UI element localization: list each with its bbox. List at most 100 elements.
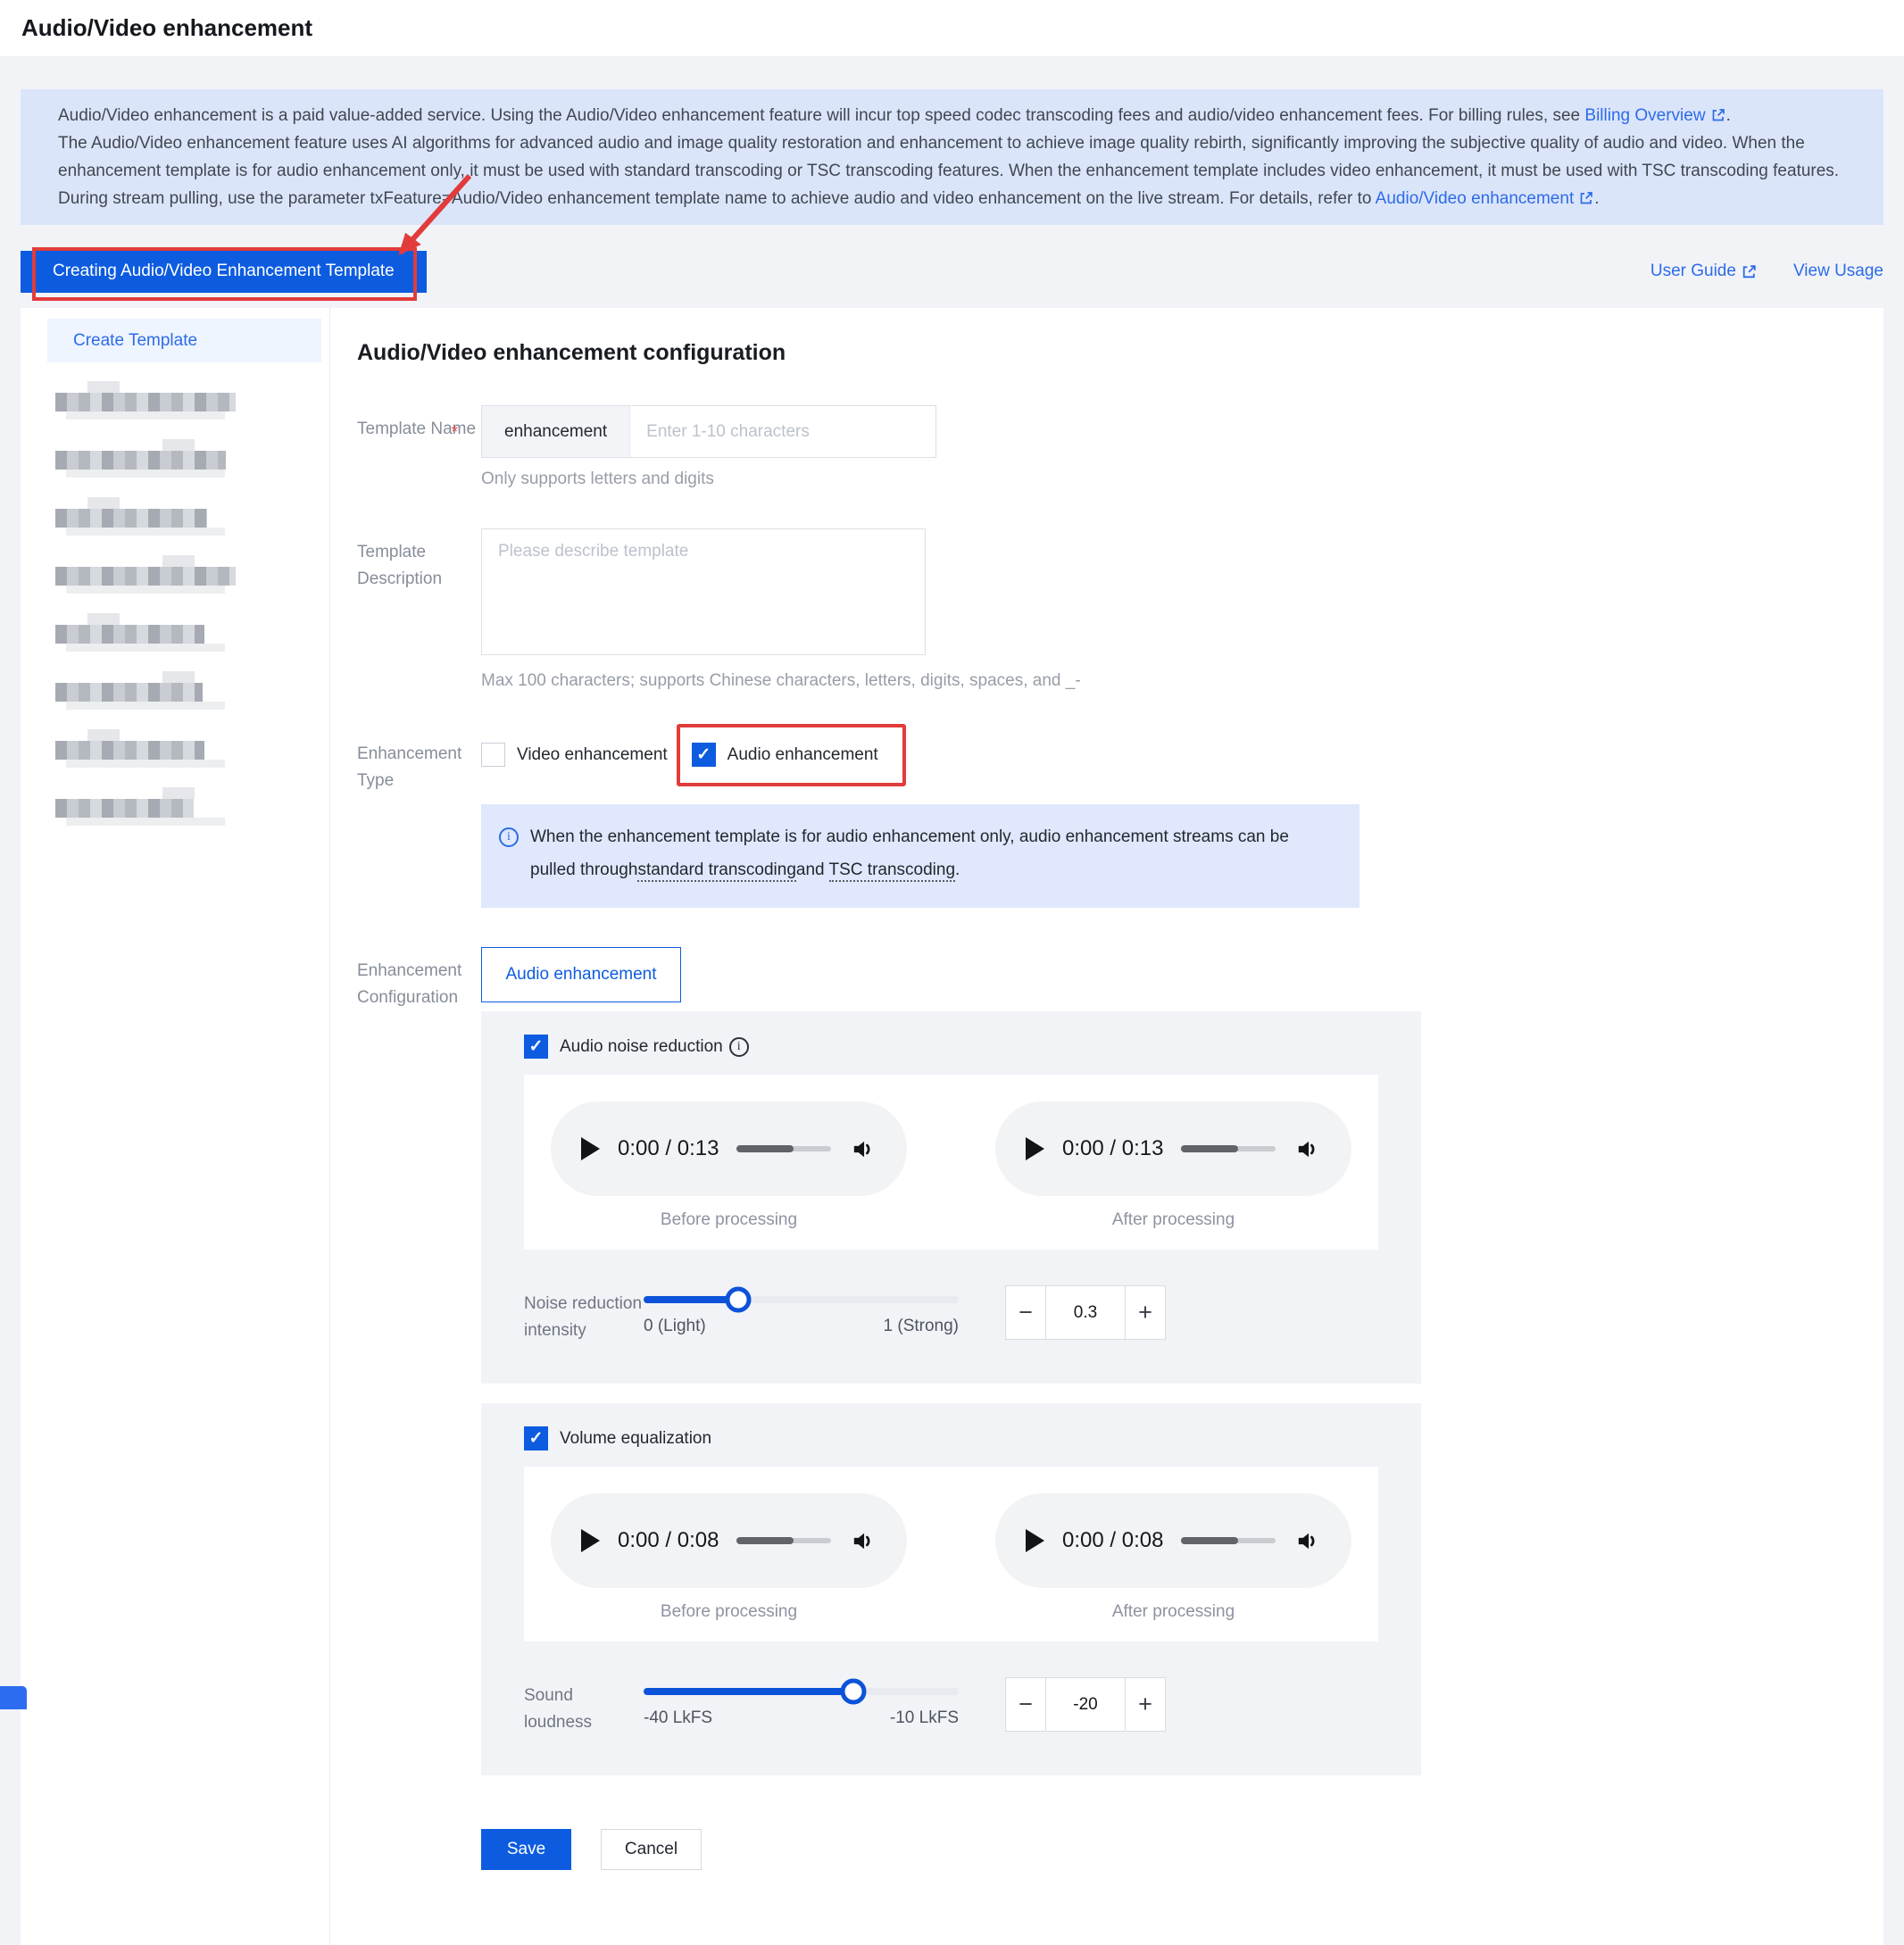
volume-icon[interactable] bbox=[1293, 1527, 1321, 1555]
player-time: 0:00 / 0:13 bbox=[1062, 1136, 1163, 1161]
config-title: Audio/Video enhancement configuration bbox=[357, 340, 1883, 366]
main-panel: Create Template Audio/Video enhancement … bbox=[21, 308, 1883, 1945]
player-caption: After processing bbox=[1112, 1210, 1235, 1230]
redacted-text-block bbox=[55, 741, 204, 760]
redacted-text-block bbox=[55, 451, 226, 470]
stepper-value[interactable]: -20 bbox=[1046, 1677, 1125, 1732]
checkbox-unchecked-icon bbox=[481, 743, 505, 767]
tab-audio-enhancement[interactable]: Audio enhancement bbox=[481, 947, 681, 1002]
page-title: Audio/Video enhancement bbox=[21, 14, 312, 42]
volume-icon[interactable] bbox=[849, 1135, 877, 1163]
sound-loudness-slider: -40 LkFS -10 LkFS bbox=[644, 1688, 959, 1736]
player-time: 0:00 / 0:13 bbox=[618, 1136, 719, 1161]
config-main: Audio/Video enhancement configuration Te… bbox=[330, 308, 1883, 1945]
config-form: Template Name* enhancement Only supports… bbox=[357, 405, 1883, 1906]
sidebar-item-redacted-template[interactable] bbox=[55, 683, 329, 702]
player-caption: Before processing bbox=[661, 1210, 797, 1230]
sidebar-item-redacted-template[interactable] bbox=[55, 393, 329, 411]
play-icon[interactable] bbox=[1026, 1529, 1044, 1552]
volume-icon[interactable] bbox=[849, 1527, 877, 1555]
sidebar-item-create-template[interactable]: Create Template bbox=[47, 319, 321, 362]
standard-transcoding-term[interactable]: standard transcoding bbox=[637, 860, 795, 882]
audio-player-after[interactable]: 0:00 / 0:08 bbox=[995, 1493, 1351, 1588]
info-text: When the enhancement template is for aud… bbox=[530, 820, 1333, 886]
sidebar-item-redacted-template[interactable] bbox=[55, 451, 329, 470]
checkbox-checked-icon bbox=[692, 743, 716, 767]
checkbox-checked-icon bbox=[524, 1035, 548, 1059]
template-name-prefix: enhancement bbox=[481, 405, 630, 458]
floating-widget[interactable] bbox=[0, 1686, 27, 1709]
template-name-input[interactable] bbox=[630, 405, 936, 458]
user-guide-link[interactable]: User Guide bbox=[1650, 262, 1758, 281]
template-list bbox=[21, 393, 329, 818]
page-header: Audio/Video enhancement bbox=[0, 0, 1904, 56]
player-caption: After processing bbox=[1112, 1602, 1235, 1622]
template-name-row: Template Name* enhancement Only supports… bbox=[357, 405, 1883, 489]
template-description-label: Template Description bbox=[357, 528, 481, 691]
sidebar-item-redacted-template[interactable] bbox=[55, 741, 329, 760]
player-progress-bar[interactable] bbox=[736, 1146, 831, 1151]
sidebar-item-redacted-template[interactable] bbox=[55, 509, 329, 528]
checkbox-checked-icon bbox=[524, 1426, 548, 1450]
tsc-transcoding-term[interactable]: TSC transcoding bbox=[829, 860, 956, 882]
volume-equalization-section: Volume equalization 0:00 / 0:08 bbox=[481, 1403, 1421, 1775]
play-icon[interactable] bbox=[581, 1137, 600, 1160]
save-button[interactable]: Save bbox=[481, 1829, 571, 1870]
sidebar-item-redacted-template[interactable] bbox=[55, 799, 329, 818]
audio-player-before[interactable]: 0:00 / 0:13 bbox=[551, 1101, 907, 1196]
player-progress-bar[interactable] bbox=[1181, 1538, 1276, 1543]
form-actions: Save Cancel bbox=[481, 1829, 1883, 1906]
stepper-value[interactable]: 0.3 bbox=[1046, 1285, 1125, 1340]
info-icon bbox=[499, 827, 519, 847]
player-progress-bar[interactable] bbox=[1181, 1146, 1276, 1151]
volume-icon[interactable] bbox=[1293, 1135, 1321, 1163]
after-player-column: 0:00 / 0:08 After processing bbox=[995, 1493, 1351, 1622]
slider-handle[interactable] bbox=[841, 1679, 867, 1705]
volume-equalization-checkbox[interactable]: Volume equalization bbox=[524, 1426, 711, 1450]
slider-track[interactable] bbox=[644, 1688, 959, 1695]
sidebar-item-redacted-template[interactable] bbox=[55, 625, 329, 644]
external-link-icon bbox=[1710, 107, 1726, 123]
redacted-text-block bbox=[55, 509, 207, 528]
audio-enhancement-checkbox[interactable]: Audio enhancement bbox=[692, 743, 878, 767]
sidebar-item-redacted-template[interactable] bbox=[55, 567, 329, 586]
template-description-input[interactable] bbox=[481, 528, 926, 655]
banner-line-2: The Audio/Video enhancement feature uses… bbox=[58, 129, 1846, 185]
audio-only-info-box: When the enhancement template is for aud… bbox=[481, 804, 1359, 908]
player-caption: Before processing bbox=[661, 1602, 797, 1622]
noise-intensity-stepper: − 0.3 + bbox=[1005, 1285, 1166, 1340]
banner-line-3: During stream pulling, use the parameter… bbox=[58, 185, 1846, 212]
noise-intensity-block: Noise reduction intensity 0 (Light) 1 (S… bbox=[524, 1285, 1378, 1344]
play-icon[interactable] bbox=[1026, 1137, 1044, 1160]
stepper-minus-button[interactable]: − bbox=[1005, 1285, 1046, 1340]
cancel-button[interactable]: Cancel bbox=[601, 1829, 702, 1870]
slider-handle[interactable] bbox=[725, 1287, 751, 1313]
audio-noise-reduction-checkbox[interactable]: Audio noise reduction bbox=[524, 1035, 723, 1059]
info-banner: Audio/Video enhancement is a paid value-… bbox=[21, 89, 1883, 225]
redacted-text-block bbox=[55, 393, 236, 411]
stepper-plus-button[interactable]: + bbox=[1125, 1285, 1166, 1340]
audio-player-after[interactable]: 0:00 / 0:13 bbox=[995, 1101, 1351, 1196]
player-progress-bar[interactable] bbox=[736, 1538, 831, 1543]
slider-min-label: -40 LkFS bbox=[644, 1708, 712, 1728]
player-time: 0:00 / 0:08 bbox=[1062, 1528, 1163, 1553]
volume-equalization-header: Volume equalization bbox=[524, 1426, 1378, 1450]
billing-overview-link[interactable]: Billing Overview bbox=[1584, 106, 1725, 125]
play-icon[interactable] bbox=[581, 1529, 600, 1552]
create-template-button[interactable]: Creating Audio/Video Enhancement Templat… bbox=[21, 251, 427, 293]
slider-max-label: 1 (Strong) bbox=[884, 1317, 959, 1336]
before-player-column: 0:00 / 0:13 Before processing bbox=[551, 1101, 907, 1230]
audio-video-enhancement-link[interactable]: Audio/Video enhancement bbox=[1376, 189, 1595, 208]
video-enhancement-checkbox[interactable]: Video enhancement bbox=[481, 743, 668, 767]
audio-player-before[interactable]: 0:00 / 0:08 bbox=[551, 1493, 907, 1588]
redacted-text-block bbox=[55, 799, 194, 818]
slider-track[interactable] bbox=[644, 1296, 959, 1303]
noise-reduction-tooltip-icon[interactable] bbox=[729, 1037, 749, 1057]
slider-min-label: 0 (Light) bbox=[644, 1317, 706, 1336]
template-name-help: Only supports letters and digits bbox=[481, 470, 1883, 489]
external-link-icon bbox=[1578, 190, 1594, 206]
stepper-minus-button[interactable]: − bbox=[1005, 1677, 1046, 1732]
view-usage-link[interactable]: View Usage bbox=[1793, 262, 1883, 281]
stepper-plus-button[interactable]: + bbox=[1125, 1677, 1166, 1732]
before-player-column: 0:00 / 0:08 Before processing bbox=[551, 1493, 907, 1622]
